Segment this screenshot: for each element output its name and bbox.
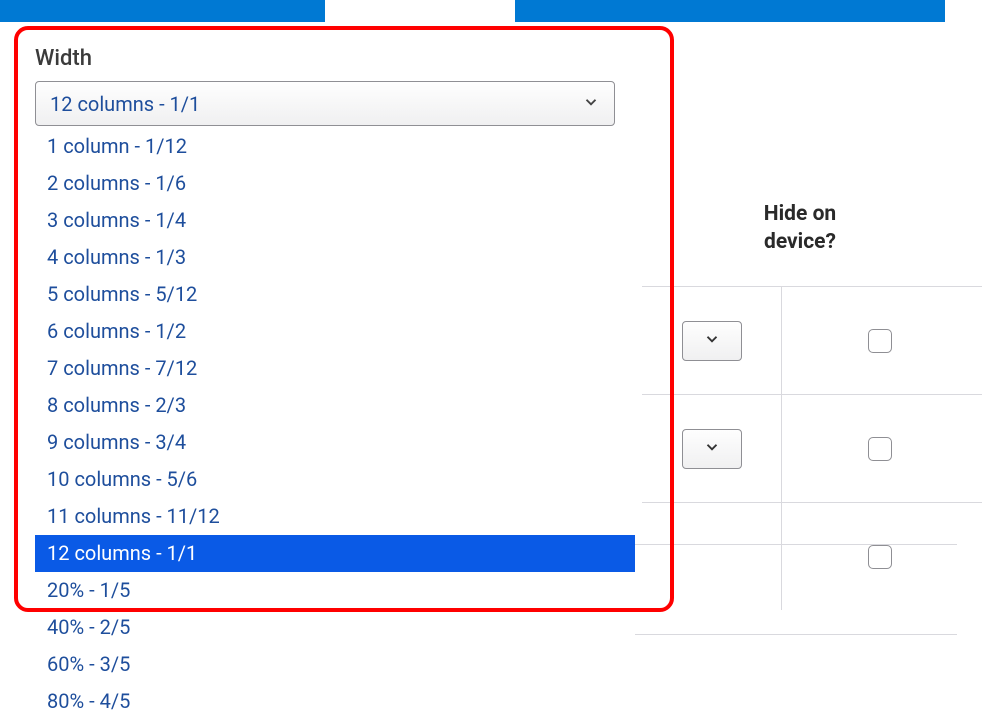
width-option[interactable]: 11 columns - 11/12 [35,498,635,535]
width-select[interactable]: 12 columns - 1/1 [35,81,615,126]
width-field-label: Width [35,46,92,71]
hide-header-line1: Hide on [764,202,836,226]
chevron-down-icon [582,93,600,115]
table-cell-checkbox [782,287,977,394]
top-tab-bar [0,0,982,22]
width-option[interactable]: 9 columns - 3/4 [35,424,635,461]
tab-segment-edge [945,0,982,22]
width-option[interactable]: 60% - 3/5 [35,646,635,683]
table-cell-select [642,287,782,394]
width-option[interactable]: 12 columns - 1/1 [35,535,635,572]
width-option[interactable]: 4 columns - 1/3 [35,239,635,276]
offset-select[interactable] [682,321,742,361]
width-option[interactable]: 3 columns - 1/4 [35,202,635,239]
hide-column: Hide on device? [650,200,950,281]
width-option[interactable]: 20% - 1/5 [35,572,635,609]
table-cell-checkbox [782,395,977,502]
width-dropdown-list[interactable]: 1 column - 1/122 columns - 1/63 columns … [35,128,635,720]
table-cell-select [642,395,782,502]
width-option[interactable]: 10 columns - 5/6 [35,461,635,498]
width-select-value: 12 columns - 1/1 [50,92,582,116]
width-option[interactable]: 80% - 4/5 [35,683,635,720]
width-option[interactable]: 7 columns - 7/12 [35,350,635,387]
tab-segment[interactable] [0,0,325,22]
width-option[interactable]: 8 columns - 2/3 [35,387,635,424]
width-option[interactable]: 40% - 2/5 [35,609,635,646]
table-row [642,394,982,502]
table-row [642,286,982,394]
width-option[interactable]: 1 column - 1/12 [35,128,635,165]
width-option[interactable]: 2 columns - 1/6 [35,165,635,202]
width-option[interactable]: 5 columns - 5/12 [35,276,635,313]
chevron-down-icon [703,438,721,460]
offset-select[interactable] [682,429,742,469]
hide-column-header: Hide on device? [650,200,950,257]
hide-device-checkbox[interactable] [868,329,892,353]
width-option[interactable]: 6 columns - 1/2 [35,313,635,350]
hide-header-line2: device? [764,230,836,254]
tab-segment-active[interactable] [325,0,515,22]
hide-device-checkbox[interactable] [868,437,892,461]
tab-segment[interactable] [515,0,945,22]
chevron-down-icon [703,330,721,352]
